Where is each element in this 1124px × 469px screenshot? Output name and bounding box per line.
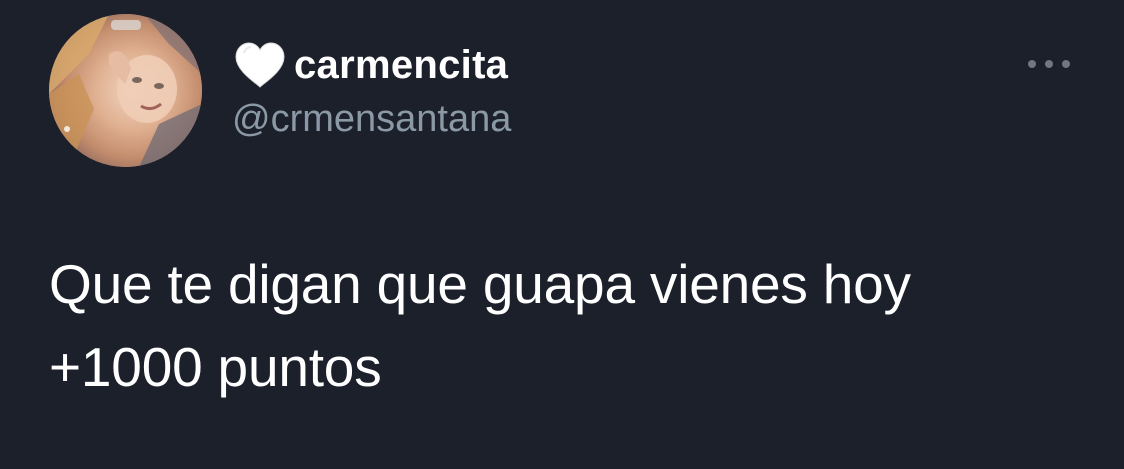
more-options-button[interactable] (1024, 52, 1074, 76)
white-heart-icon (232, 41, 288, 89)
user-handle[interactable]: @crmensantana (232, 96, 511, 142)
tweet-text-line: Que te digan que guapa vienes hoy (49, 253, 911, 315)
more-options-icon (1028, 60, 1036, 68)
avatar-photo (49, 14, 202, 167)
more-options-icon (1045, 60, 1053, 68)
tweet-text-line: +1000 puntos (49, 336, 382, 398)
more-options-icon (1062, 60, 1070, 68)
tweet-card: carmencita @crmensantana Que te digan qu… (0, 0, 1124, 469)
display-name: carmencita (294, 43, 509, 87)
tweet-text: Que te digan que guapa vienes hoy +1000 … (49, 243, 1089, 409)
avatar[interactable] (49, 14, 202, 167)
author-name-row[interactable]: carmencita (232, 40, 508, 90)
